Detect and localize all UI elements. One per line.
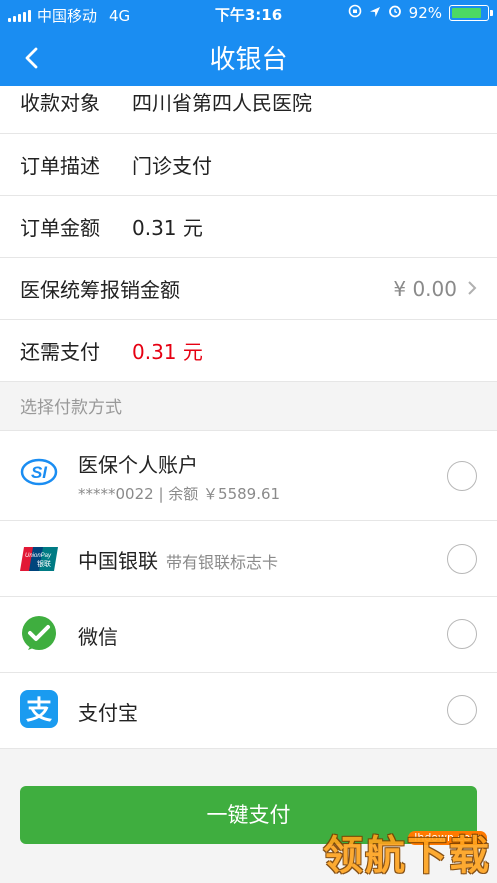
social-insurance-icon: SI [20, 458, 58, 486]
description-value: 门诊支付 [132, 154, 212, 178]
radio-unionpay[interactable] [447, 544, 477, 574]
chevron-right-icon [468, 281, 477, 295]
radio-insurance[interactable] [447, 461, 477, 491]
wechat-icon [22, 616, 56, 650]
insurance-label: 医保统筹报销金额 [20, 278, 180, 302]
nav-bar: 收银台 [0, 28, 497, 86]
svg-text:银联: 银联 [37, 559, 51, 568]
insurance-reimbursement-row[interactable]: 医保统筹报销金额 ¥ 0.00 [0, 258, 497, 320]
app-header: 中国移动 4G 下午3:16 92% 收银台 [0, 0, 497, 86]
order-info: 收款对象 四川省第四人民医院 订单描述 门诊支付 订单金额 0.31 元 医保统… [0, 86, 497, 382]
payment-name: 医保个人账户 [78, 453, 198, 477]
payment-section-title: 选择付款方式 [20, 398, 122, 418]
payment-option-wechat[interactable]: 微信 [0, 597, 497, 673]
amount-due-value: 0.31 元 [132, 340, 203, 364]
watermark: lhdown.com 领航下载 [313, 831, 493, 881]
alipay-icon: 支 [20, 690, 58, 728]
battery-percent: 92% [408, 4, 442, 22]
payment-name: 微信 [78, 625, 118, 649]
battery-icon [449, 5, 493, 21]
svg-text:UnionPay: UnionPay [25, 553, 52, 559]
payment-name: 中国银联 [78, 549, 158, 573]
payment-methods: SI 医保个人账户 *****0022 | 余额 ￥5589.61 UnionP… [0, 430, 497, 749]
payment-hint: 带有银联标志卡 [166, 553, 279, 572]
amount-due-label: 还需支付 [20, 340, 100, 364]
amount-value: 0.31 元 [132, 216, 203, 240]
payment-name-row: 中国银联 带有银联标志卡 [78, 545, 278, 574]
amount-label: 订单金额 [20, 216, 100, 240]
payment-option-unionpay[interactable]: UnionPay 银联 中国银联 带有银联标志卡 [0, 521, 497, 597]
svg-text:SI: SI [31, 463, 48, 482]
page-title: 收银台 [209, 45, 288, 75]
svg-text:支: 支 [26, 696, 52, 726]
radio-wechat[interactable] [447, 619, 477, 649]
payee-value: 四川省第四人民医院 [132, 91, 312, 115]
payee-label: 收款对象 [20, 91, 100, 115]
payee-row: 收款对象 四川省第四人民医院 [0, 86, 497, 134]
payment-option-insurance[interactable]: SI 医保个人账户 *****0022 | 余额 ￥5589.61 [0, 431, 497, 521]
rotation-lock-icon [348, 4, 362, 22]
radio-alipay[interactable] [447, 695, 477, 725]
status-bar: 中国移动 4G 下午3:16 92% [0, 0, 497, 28]
payment-detail: *****0022 | 余额 ￥5589.61 [78, 485, 281, 503]
amount-due-row: 还需支付 0.31 元 [0, 320, 497, 382]
watermark-brand: 领航下载 [323, 833, 491, 879]
description-row: 订单描述 门诊支付 [0, 134, 497, 196]
insurance-amount: ¥ 0.00 [393, 276, 457, 301]
payment-name: 支付宝 [78, 701, 138, 725]
payment-option-alipay[interactable]: 支 支付宝 [0, 673, 497, 749]
amount-row: 订单金额 0.31 元 [0, 196, 497, 258]
description-label: 订单描述 [20, 154, 100, 178]
alarm-icon [388, 4, 402, 22]
location-icon [369, 4, 381, 22]
unionpay-icon: UnionPay 银联 [20, 547, 58, 571]
